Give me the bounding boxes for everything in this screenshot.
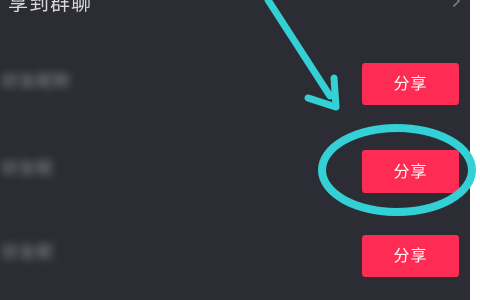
blurred-contact-name: 好友昵 <box>2 159 53 179</box>
screenshot-stage: 享到群聊 好友昵称 分享 好友昵 分享 好友昵 分享 <box>0 0 480 300</box>
contact-row[interactable]: 好友昵 分享 <box>0 130 470 210</box>
blurred-contact-name: 好友昵称 <box>2 72 70 92</box>
share-button[interactable]: 分享 <box>362 235 459 277</box>
blurred-contact-name: 好友昵 <box>2 243 53 263</box>
chevron-right-icon[interactable] <box>451 0 463 8</box>
share-button[interactable]: 分享 <box>362 63 459 105</box>
share-to-group-title: 享到群聊 <box>8 0 92 15</box>
contact-row[interactable]: 好友昵称 分享 <box>0 43 470 123</box>
share-panel: 享到群聊 好友昵称 分享 好友昵 分享 好友昵 分享 <box>0 0 470 300</box>
highlighted-share-button[interactable]: 分享 <box>362 150 459 193</box>
contact-row[interactable]: 好友昵 分享 <box>0 214 470 294</box>
